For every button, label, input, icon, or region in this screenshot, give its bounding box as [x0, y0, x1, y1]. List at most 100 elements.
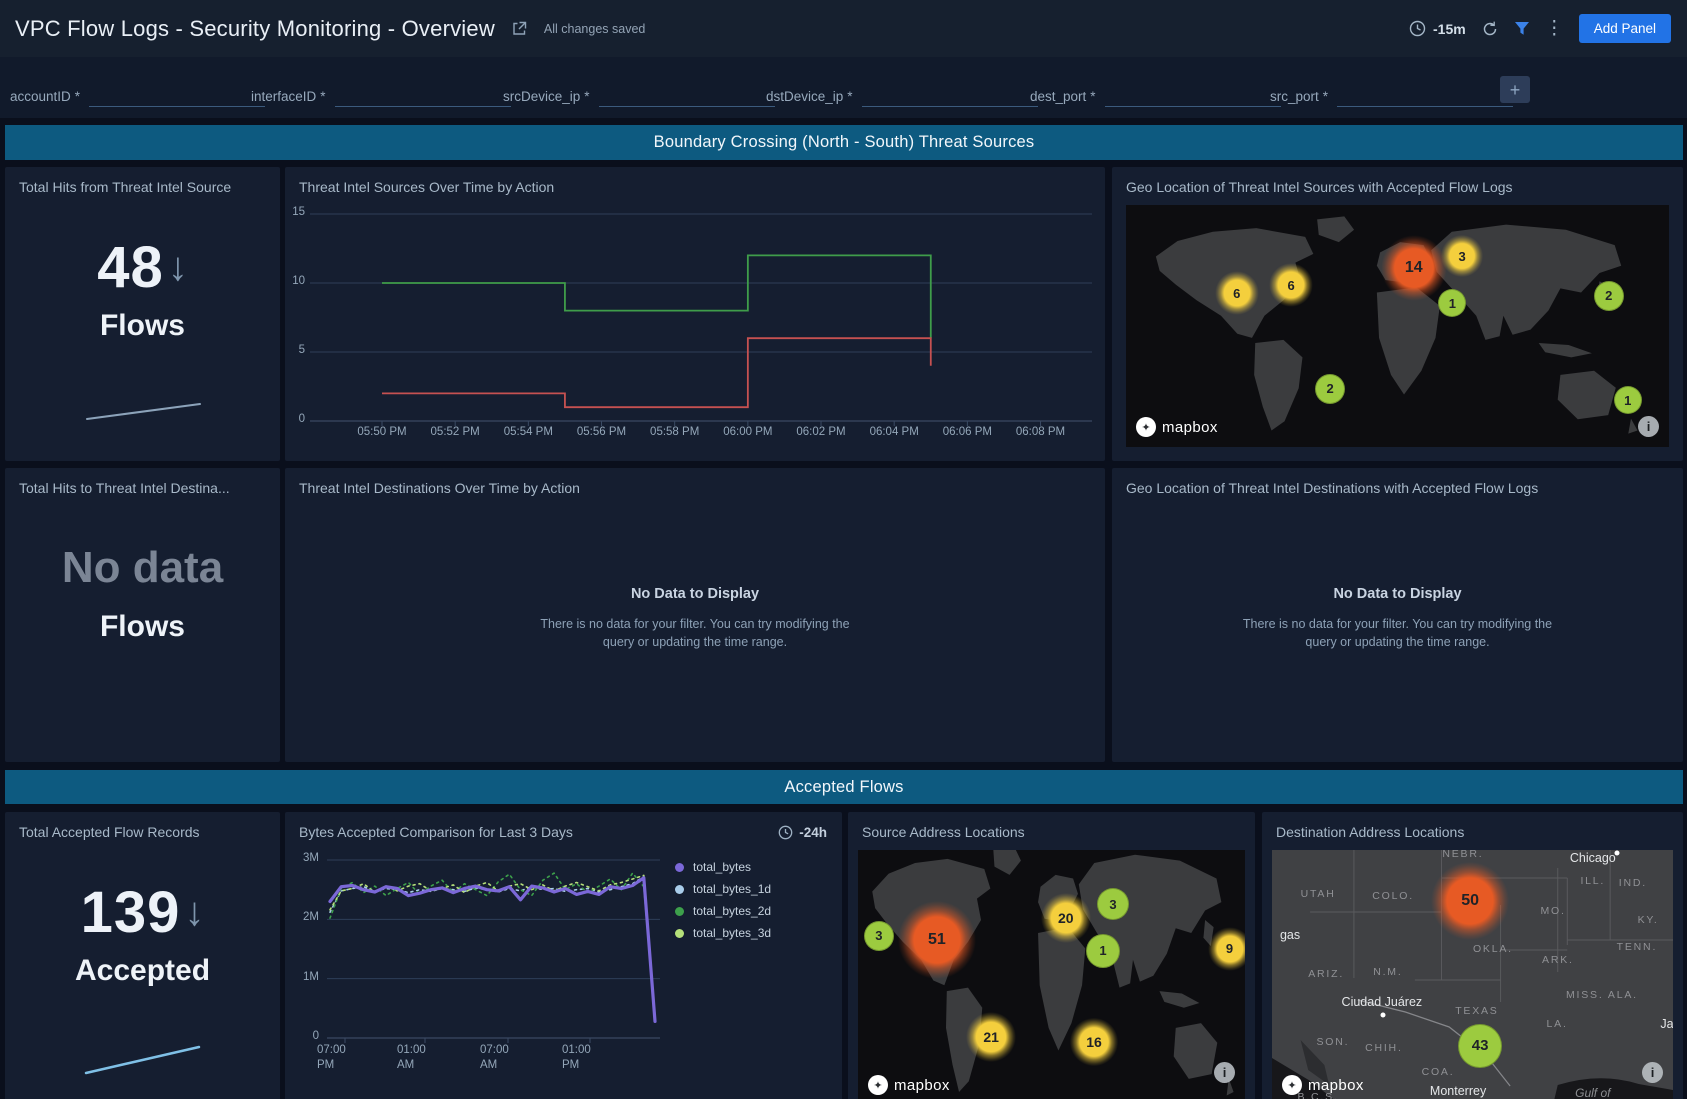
required-marker: * — [1090, 89, 1095, 107]
map-label-mo-: MO. — [1540, 905, 1565, 917]
map-info-icon[interactable]: i — [1214, 1062, 1235, 1083]
no-data-line2: query or updating the time range. — [285, 633, 1105, 651]
panel-title: Total Accepted Flow Records — [19, 824, 266, 840]
legend-item-total_bytes_3d[interactable]: total_bytes_3d — [675, 922, 771, 944]
panel-title: Destination Address Locations — [1276, 824, 1669, 840]
legend-item-total_bytes_2d[interactable]: total_bytes_2d — [675, 900, 771, 922]
map-bubble-6[interactable]: 6 — [1209, 265, 1265, 321]
share-icon[interactable] — [511, 20, 528, 37]
map-bubble-21[interactable]: 21 — [959, 1005, 1023, 1069]
map-label-ark-: ARK. — [1542, 954, 1574, 966]
filter-input-interfaceID[interactable] — [335, 85, 511, 107]
filter-bar: + accountID*interfaceID*srcDevice_ip*dst… — [0, 57, 1687, 118]
map-label-ala-: ALA. — [1608, 989, 1638, 1001]
legend-item-total_bytes[interactable]: total_bytes — [675, 856, 771, 878]
map-label-gas: gas — [1280, 928, 1300, 942]
no-data-line1: There is no data for your filter. You ca… — [1112, 615, 1683, 633]
panel-threat-destinations-over-time: Threat Intel Destinations Over Time by A… — [285, 468, 1105, 762]
clock-icon[interactable] — [1409, 20, 1426, 37]
kpi-number: 48 — [97, 234, 164, 301]
filter-label: dest_port — [1030, 89, 1086, 107]
us-region-map[interactable]: ✦ mapbox i 5043NEBR.ChicagoILL.IND.UTAHC… — [1272, 850, 1673, 1099]
panel-title: Total Hits to Threat Intel Destina... — [19, 480, 266, 496]
legend-dot — [675, 863, 684, 872]
map-bubble-1[interactable]: 1 — [1438, 289, 1466, 317]
filter-input-srcDevice_ip[interactable] — [599, 85, 775, 107]
map-bubble-1[interactable]: 1 — [1086, 934, 1120, 968]
x-axis-label: 05:54 PM — [493, 425, 563, 440]
map-bubble-3[interactable]: 3 — [1435, 229, 1489, 283]
map-label-b-c-s-: B.C.S. — [1298, 1091, 1339, 1099]
mapbox-logo[interactable]: ✦ mapbox — [1136, 417, 1218, 437]
legend-dot — [675, 929, 684, 938]
world-map[interactable]: ✦ mapbox i 661431221 — [1126, 205, 1669, 447]
map-label-ariz-: ARIZ. — [1308, 968, 1344, 980]
map-label-miss-: MISS. — [1566, 989, 1604, 1001]
section-header-threat: Boundary Crossing (North - South) Threat… — [5, 125, 1683, 160]
map-city-dot — [1614, 850, 1619, 855]
kebab-menu-icon[interactable]: ⋮ — [1545, 19, 1564, 38]
filter-input-src_port[interactable] — [1337, 85, 1513, 107]
kpi-sparkline — [80, 1040, 210, 1082]
map-bubble-1[interactable]: 1 — [1614, 386, 1642, 414]
filter-icon[interactable] — [1514, 21, 1530, 36]
panel-title: Geo Location of Threat Intel Sources wit… — [1126, 179, 1669, 195]
mapbox-icon: ✦ — [868, 1075, 888, 1095]
legend-item-total_bytes_1d[interactable]: total_bytes_1d — [675, 878, 771, 900]
map-bubble-2[interactable]: 2 — [1594, 281, 1624, 311]
page-title: VPC Flow Logs - Security Monitoring - Ov… — [15, 16, 495, 42]
y-axis-label: 5 — [285, 344, 305, 356]
map-bubble-50[interactable]: 50 — [1420, 851, 1520, 951]
x-axis-label: 01:00 PM — [560, 1043, 620, 1073]
map-label-nebr-: NEBR. — [1442, 850, 1483, 860]
y-axis-label: 3M — [291, 852, 319, 864]
map-label-utah: UTAH — [1301, 888, 1336, 900]
kpi-number: No data — [62, 543, 223, 593]
filter-input-dest_port[interactable] — [1105, 85, 1281, 107]
header-actions: -15m ⋮ Add Panel — [1409, 0, 1671, 57]
map-bubble-3[interactable]: 3 — [1097, 888, 1129, 920]
x-axis-label: 06:04 PM — [859, 425, 929, 440]
time-range-value[interactable]: -15m — [1433, 21, 1466, 37]
required-marker: * — [1323, 89, 1328, 107]
filter-input-dstDevice_ip[interactable] — [862, 85, 1038, 107]
add-panel-button[interactable]: Add Panel — [1579, 14, 1671, 43]
mapbox-logo[interactable]: ✦ mapbox — [868, 1075, 950, 1095]
legend-label: total_bytes_2d — [693, 904, 771, 918]
map-label-ky-: KY. — [1638, 914, 1659, 926]
map-info-icon[interactable]: i — [1638, 416, 1659, 437]
world-map[interactable]: ✦ mapbox i 351203192116 — [858, 850, 1245, 1099]
x-axis-label: 07:00 PM — [315, 1043, 375, 1073]
kpi-value: 48 ↓ — [5, 233, 280, 301]
section-header-accepted: Accepted Flows — [5, 770, 1683, 804]
no-data-heading: No Data to Display — [1112, 586, 1683, 602]
map-info-icon[interactable]: i — [1642, 1062, 1663, 1083]
mapbox-wordmark: mapbox — [1162, 419, 1218, 436]
panel-geo-threat-sources: Geo Location of Threat Intel Sources wit… — [1112, 167, 1683, 461]
no-data-message: No Data to Display There is no data for … — [285, 586, 1105, 651]
map-label-colo-: COLO. — [1372, 890, 1414, 902]
kpi-value: No data — [5, 534, 280, 602]
map-bubble-6[interactable]: 6 — [1263, 257, 1319, 313]
section-title: Accepted Flows — [784, 778, 903, 797]
panel-title: Total Hits from Threat Intel Source — [19, 179, 266, 195]
panel-total-hits-threat-intel-destination: Total Hits to Threat Intel Destina... No… — [5, 468, 280, 762]
map-bubble-2[interactable]: 2 — [1315, 374, 1345, 404]
panel-title: Source Address Locations — [862, 824, 1241, 840]
app-header: VPC Flow Logs - Security Monitoring - Ov… — [0, 0, 1687, 57]
mapbox-wordmark: mapbox — [894, 1077, 950, 1094]
panel-total-accepted-flow-records: Total Accepted Flow Records 139 ↓ Accept… — [5, 812, 280, 1099]
kpi-unit: Flows — [5, 610, 280, 644]
map-label-ja: Ja — [1660, 1017, 1673, 1031]
map-bubble-51[interactable]: 51 — [887, 890, 987, 990]
refresh-icon[interactable] — [1481, 20, 1499, 38]
filter-input-accountID[interactable] — [89, 85, 265, 107]
map-bubble-43[interactable]: 43 — [1458, 1024, 1502, 1068]
legend-dot — [675, 907, 684, 916]
filter-label: dstDevice_ip — [766, 89, 843, 107]
map-bubble-16[interactable]: 16 — [1063, 1011, 1125, 1073]
legend-dot — [675, 885, 684, 894]
threat-sources-chart-canvas[interactable] — [285, 167, 1105, 461]
legend-label: total_bytes_1d — [693, 882, 771, 896]
dashboard-screen: VPC Flow Logs - Security Monitoring - Ov… — [0, 0, 1687, 1099]
